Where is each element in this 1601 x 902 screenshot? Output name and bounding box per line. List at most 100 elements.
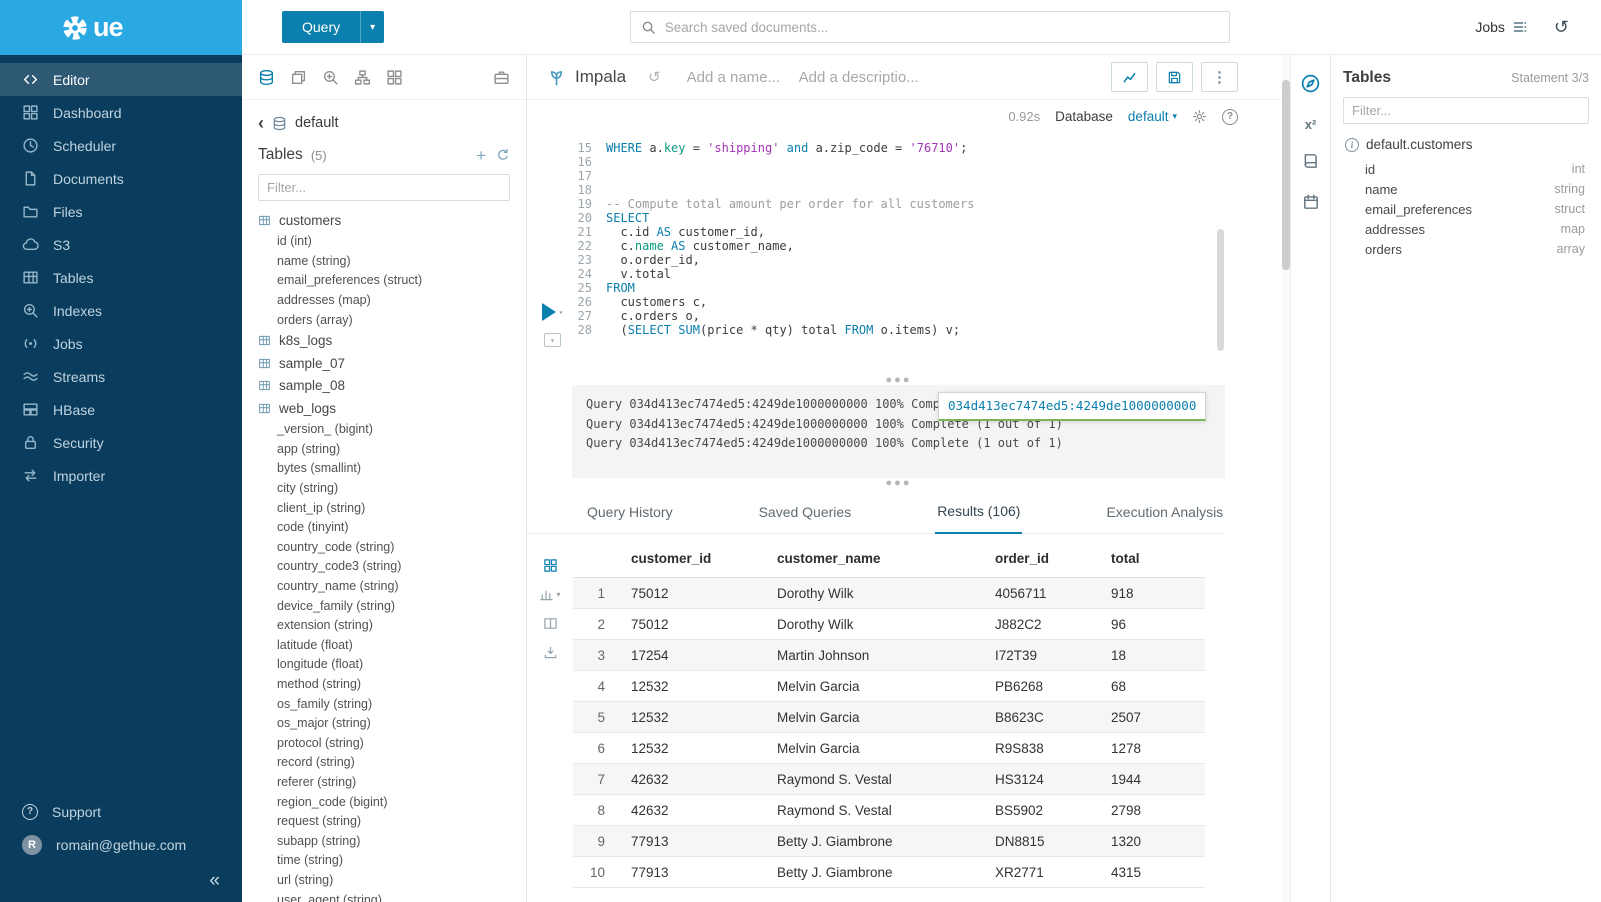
sidebar-item-files[interactable]: Files: [0, 195, 242, 228]
query-button[interactable]: Query: [282, 11, 360, 43]
functions-icon[interactable]: x²: [1305, 117, 1317, 132]
execute-button[interactable]: ▾: [542, 303, 564, 321]
query-name-input[interactable]: [687, 69, 785, 86]
assist-column[interactable]: latitude (float): [242, 635, 526, 655]
refresh-icon[interactable]: [496, 148, 510, 162]
query-dropdown-caret-icon[interactable]: ▾: [360, 11, 384, 43]
assist-column[interactable]: time (string): [242, 851, 526, 871]
result-cell[interactable]: 75012: [621, 578, 767, 609]
result-cell[interactable]: 68: [1101, 671, 1205, 702]
assist-column[interactable]: extension (string): [242, 615, 526, 635]
right-panel-column-orders[interactable]: ordersarray: [1343, 239, 1589, 259]
tab-saved-queries[interactable]: Saved Queries: [757, 504, 854, 533]
result-cell[interactable]: 12532: [621, 671, 767, 702]
result-cell[interactable]: 75012: [621, 609, 767, 640]
result-cell[interactable]: 2798: [1101, 795, 1205, 826]
assist-column[interactable]: protocol (string): [242, 733, 526, 753]
assist-column[interactable]: id (int): [242, 232, 526, 252]
user-account[interactable]: R romain@gethue.com: [0, 828, 242, 861]
assist-column[interactable]: request (string): [242, 811, 526, 831]
result-row[interactable]: 175012Dorothy Wilk4056711918: [573, 578, 1205, 609]
breadcrumb-database-name[interactable]: default: [295, 115, 339, 131]
assist-column[interactable]: country_name (string): [242, 576, 526, 596]
result-cell[interactable]: XR2771: [985, 857, 1101, 888]
schedule-icon[interactable]: [1302, 193, 1320, 214]
assist-column[interactable]: name (string): [242, 251, 526, 271]
more-actions-button[interactable]: ⋮: [1201, 62, 1238, 92]
assist-column[interactable]: subapp (string): [242, 831, 526, 851]
query-description-input[interactable]: [799, 69, 919, 86]
hue-logo[interactable]: ue: [0, 0, 242, 55]
result-cell[interactable]: BS5902: [985, 795, 1101, 826]
assist-column[interactable]: record (string): [242, 753, 526, 773]
query-history-icon[interactable]: ↺: [1554, 18, 1569, 36]
context-assist-icon[interactable]: [493, 69, 510, 86]
collapse-sidebar-icon[interactable]: «: [209, 871, 220, 890]
query-history-small-icon[interactable]: ↺: [648, 70, 661, 85]
active-table-row[interactable]: i default.customers: [1345, 137, 1587, 152]
result-cell[interactable]: Raymond S. Vestal: [767, 795, 985, 826]
right-panel-column-id[interactable]: idint: [1343, 159, 1589, 179]
tab-execution-analysis[interactable]: Execution Analysis: [1104, 504, 1225, 533]
assist-table-sample_07[interactable]: sample_07: [242, 352, 526, 375]
sql-editor[interactable]: 15WHERE a.key = 'shipping' and a.zip_cod…: [527, 133, 1290, 375]
sidebar-item-streams[interactable]: Streams: [0, 360, 242, 393]
sidebar-item-indexes[interactable]: Indexes: [0, 294, 242, 327]
result-row[interactable]: 412532Melvin GarciaPB626868: [573, 671, 1205, 702]
right-panel-column-email_preferences[interactable]: email_preferencesstruct: [1343, 199, 1589, 219]
right-panel-filter-input[interactable]: [1343, 97, 1589, 124]
result-cell[interactable]: R9S838: [985, 733, 1101, 764]
result-cell[interactable]: 77913: [621, 826, 767, 857]
sidebar-item-support[interactable]: ? Support: [0, 795, 242, 828]
result-cell[interactable]: PB6268: [985, 671, 1101, 702]
assist-column[interactable]: region_code (bigint): [242, 792, 526, 812]
result-cell[interactable]: 77913: [621, 857, 767, 888]
result-cell[interactable]: 96: [1101, 609, 1205, 640]
results-grid-button[interactable]: [543, 558, 558, 573]
result-cell[interactable]: DN8815: [985, 826, 1101, 857]
result-cell[interactable]: Betty J. Giambrone: [767, 826, 985, 857]
assist-column[interactable]: device_family (string): [242, 596, 526, 616]
assist-column[interactable]: os_family (string): [242, 694, 526, 714]
tab-results[interactable]: Results (106): [935, 503, 1022, 534]
result-row[interactable]: 317254Martin JohnsonI72T3918: [573, 640, 1205, 671]
sidebar-item-importer[interactable]: Importer: [0, 459, 242, 492]
assist-column[interactable]: city (string): [242, 478, 526, 498]
column-header-customer_id[interactable]: customer_id: [621, 542, 767, 578]
right-panel-column-name[interactable]: namestring: [1343, 179, 1589, 199]
hdfs-assist-icon[interactable]: [354, 69, 371, 86]
save-button[interactable]: [1156, 62, 1193, 92]
result-cell[interactable]: Melvin Garcia: [767, 733, 985, 764]
result-cell[interactable]: 1944: [1101, 764, 1205, 795]
result-cell[interactable]: 12532: [621, 702, 767, 733]
result-cell[interactable]: Melvin Garcia: [767, 671, 985, 702]
assist-column[interactable]: email_preferences (struct): [242, 271, 526, 291]
sidebar-item-dashboard[interactable]: Dashboard: [0, 96, 242, 129]
assist-filter-input[interactable]: [258, 174, 510, 201]
result-cell[interactable]: 2507: [1101, 702, 1205, 733]
editor-scrollbar[interactable]: [1217, 229, 1224, 351]
result-cell[interactable]: 17254: [621, 640, 767, 671]
result-row[interactable]: 612532Melvin GarciaR9S8381278: [573, 733, 1205, 764]
jobs-link[interactable]: Jobs: [1475, 19, 1528, 35]
result-cell[interactable]: 1278: [1101, 733, 1205, 764]
assist-column[interactable]: app (string): [242, 439, 526, 459]
database-selector[interactable]: default▾: [1128, 109, 1177, 124]
assist-column[interactable]: os_major (string): [242, 713, 526, 733]
result-cell[interactable]: Dorothy Wilk: [767, 609, 985, 640]
assist-column[interactable]: url (string): [242, 870, 526, 890]
search-assist-icon[interactable]: [322, 69, 339, 86]
assist-table-web_logs[interactable]: web_logs: [242, 397, 526, 420]
sidebar-item-s3[interactable]: S3: [0, 228, 242, 261]
result-cell[interactable]: 42632: [621, 764, 767, 795]
assist-column[interactable]: bytes (smallint): [242, 459, 526, 479]
assist-column[interactable]: longitude (float): [242, 655, 526, 675]
sidebar-item-documents[interactable]: Documents: [0, 162, 242, 195]
assist-column[interactable]: referer (string): [242, 772, 526, 792]
assist-column[interactable]: orders (array): [242, 310, 526, 330]
resize-handle[interactable]: ●●●: [572, 478, 1225, 488]
result-cell[interactable]: 18: [1101, 640, 1205, 671]
result-cell[interactable]: 918: [1101, 578, 1205, 609]
resize-handle[interactable]: ●●●: [572, 375, 1225, 385]
language-reference-icon[interactable]: [1302, 152, 1320, 173]
